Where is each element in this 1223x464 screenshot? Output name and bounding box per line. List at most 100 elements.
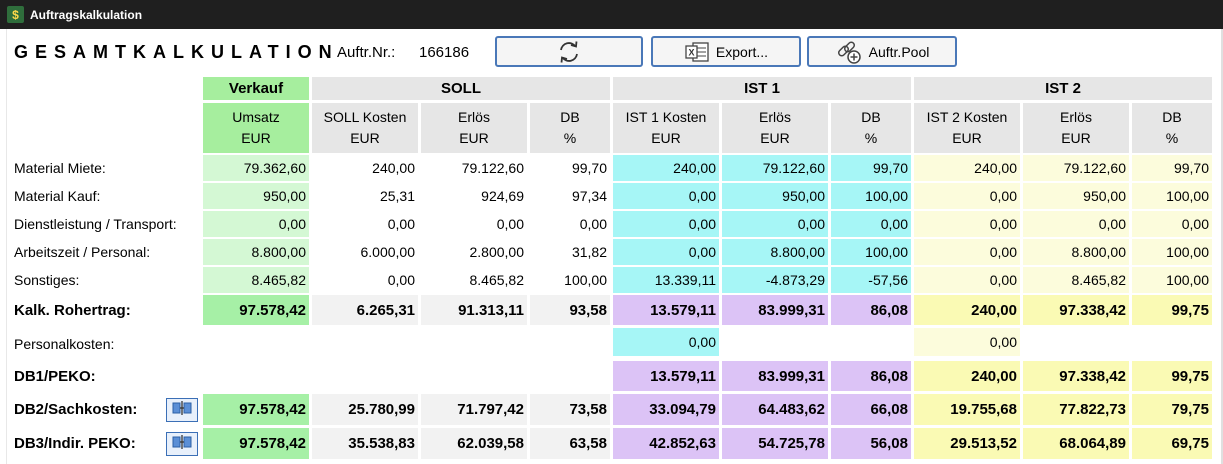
column-header-label: Erlös bbox=[1060, 109, 1092, 125]
window-frame-left bbox=[0, 29, 7, 464]
value-cell: 950,00 bbox=[722, 183, 828, 209]
value-cell: 31,82 bbox=[571, 244, 607, 260]
column-header-unit: EUR bbox=[1061, 130, 1091, 146]
column-header-label: Umsatz bbox=[232, 109, 280, 125]
column-header: Erlös EUR bbox=[421, 103, 527, 153]
value-cell: 240,00 bbox=[372, 160, 415, 176]
value-cell: 8.800,00 bbox=[722, 239, 828, 265]
value-cell-bold: 19.755,68 bbox=[914, 394, 1020, 425]
excel-icon: X bbox=[684, 41, 710, 63]
value-cell: -4.873,29 bbox=[722, 267, 828, 293]
value-cell-bold: 71.797,42 bbox=[421, 394, 527, 425]
order-number-value: 166186 bbox=[419, 44, 470, 61]
value-cell-bold: 97.578,42 bbox=[203, 295, 309, 325]
group-header-verkauf: Verkauf bbox=[203, 77, 309, 100]
value-cell: 0,00 bbox=[203, 211, 309, 237]
column-header-unit: EUR bbox=[350, 130, 380, 146]
app-icon: $ bbox=[7, 6, 24, 23]
value-cell: 0,00 bbox=[496, 216, 524, 232]
export-button[interactable]: X Export... bbox=[651, 36, 801, 67]
value-cell: 0,00 bbox=[914, 211, 1020, 237]
column-header-label: IST 2 Kosten bbox=[926, 109, 1008, 125]
value-cell: 79.122,60 bbox=[1023, 155, 1129, 181]
value-cell: 100,00 bbox=[831, 183, 911, 209]
value-cell-bold: 73,58 bbox=[530, 394, 610, 425]
page-title: GESAMTKALKULATION bbox=[14, 42, 339, 62]
value-cell-bold: 66,08 bbox=[831, 394, 911, 425]
order-pool-label: Auftr.Pool bbox=[868, 43, 930, 60]
column-header: DB% bbox=[530, 103, 610, 153]
refresh-button[interactable] bbox=[495, 36, 643, 67]
column-header: IST 2 Kosten EUR bbox=[914, 103, 1020, 153]
column-header-unit: EUR bbox=[241, 130, 271, 146]
value-cell-bold: 64.483,62 bbox=[722, 394, 828, 425]
row-label: Arbeitszeit / Personal: bbox=[14, 244, 151, 260]
column-header-unit: % bbox=[563, 130, 577, 146]
value-cell: 0,00 bbox=[722, 211, 828, 237]
value-cell: 240,00 bbox=[613, 155, 719, 181]
value-cell-bold: 63,58 bbox=[530, 428, 610, 459]
value-cell: 100,00 bbox=[564, 272, 607, 288]
order-pool-button[interactable]: Auftr.Pool bbox=[807, 36, 957, 67]
db2-detail-button[interactable] bbox=[166, 398, 198, 422]
split-view-icon bbox=[171, 434, 193, 455]
value-cell-bold: 42.852,63 bbox=[613, 428, 719, 459]
value-cell-bold: 13.579,11 bbox=[613, 295, 719, 325]
split-view-icon bbox=[171, 400, 193, 421]
value-cell-bold: 86,08 bbox=[831, 361, 911, 391]
link-add-icon bbox=[835, 39, 863, 65]
value-cell: 950,00 bbox=[1023, 183, 1129, 209]
value-cell: 0,00 bbox=[579, 216, 607, 232]
value-cell: 8.465,82 bbox=[469, 272, 525, 288]
row-label-db1: DB1/PEKO: bbox=[14, 367, 96, 385]
value-cell-bold: 99,75 bbox=[1132, 295, 1212, 325]
value-cell-bold: 68.064,89 bbox=[1023, 428, 1129, 459]
value-cell: 79.122,60 bbox=[461, 160, 524, 176]
column-header: Umsatz EUR bbox=[203, 103, 309, 153]
value-cell: 97,34 bbox=[571, 188, 607, 204]
column-header-label: Erlös bbox=[759, 109, 791, 125]
personalkosten-ist2: 0,00 bbox=[914, 328, 1020, 356]
column-header-unit: EUR bbox=[760, 130, 790, 146]
group-header-ist1: IST 1 bbox=[613, 77, 911, 100]
row-label-db2: DB2/Sachkosten: bbox=[14, 401, 138, 418]
value-cell-bold: 99,75 bbox=[1132, 361, 1212, 391]
value-cell: 0,00 bbox=[387, 272, 415, 288]
value-cell-bold: 25.780,99 bbox=[312, 394, 418, 425]
value-cell: 99,70 bbox=[571, 160, 607, 176]
value-cell-bold: 91.313,11 bbox=[421, 295, 527, 325]
value-cell-bold: 83.999,31 bbox=[722, 361, 828, 391]
value-cell: 13.339,11 bbox=[613, 267, 719, 293]
db3-detail-button[interactable] bbox=[166, 432, 198, 456]
value-cell: 100,00 bbox=[1132, 267, 1212, 293]
value-cell-bold: 240,00 bbox=[914, 361, 1020, 391]
value-cell: 8.800,00 bbox=[203, 239, 309, 265]
value-cell: 0,00 bbox=[914, 239, 1020, 265]
column-header: Erlös EUR bbox=[1023, 103, 1129, 153]
value-cell: 0,00 bbox=[387, 216, 415, 232]
column-header-label: SOLL Kosten bbox=[323, 109, 407, 125]
value-cell: 0,00 bbox=[914, 183, 1020, 209]
value-cell: 100,00 bbox=[831, 239, 911, 265]
column-header-label: Erlös bbox=[458, 109, 490, 125]
column-header-label: IST 1 Kosten bbox=[625, 109, 707, 125]
value-cell: 0,00 bbox=[613, 239, 719, 265]
row-label-rohertrag: Kalk. Rohertrag: bbox=[14, 301, 131, 319]
column-header-label: DB bbox=[560, 109, 580, 125]
value-cell: 100,00 bbox=[1132, 239, 1212, 265]
value-cell: 0,00 bbox=[1023, 211, 1129, 237]
value-cell: 240,00 bbox=[914, 155, 1020, 181]
value-cell: 99,70 bbox=[831, 155, 911, 181]
value-cell: -57,56 bbox=[831, 267, 911, 293]
value-cell: 0,00 bbox=[831, 211, 911, 237]
value-cell: 99,70 bbox=[1132, 155, 1212, 181]
refresh-icon bbox=[556, 39, 582, 65]
value-cell: 8.465,82 bbox=[203, 267, 309, 293]
value-cell: 924,69 bbox=[481, 188, 524, 204]
value-cell-bold: 97.578,42 bbox=[203, 428, 309, 459]
value-cell-bold: 79,75 bbox=[1132, 394, 1212, 425]
value-cell: 79.122,60 bbox=[722, 155, 828, 181]
window-title: Auftragskalkulation bbox=[30, 7, 143, 22]
svg-text:X: X bbox=[688, 47, 694, 57]
personalkosten-ist1: 0,00 bbox=[613, 328, 719, 356]
